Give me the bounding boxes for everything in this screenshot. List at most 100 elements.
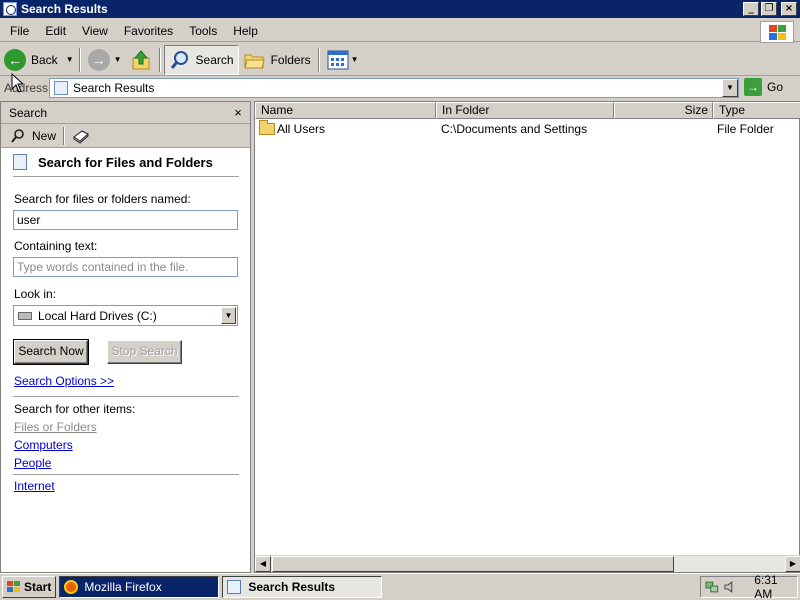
start-label: Start — [24, 580, 52, 594]
taskbar: Start Mozilla Firefox Search Results 6:3… — [0, 573, 800, 600]
containing-text-input[interactable] — [13, 257, 238, 277]
search-document-icon — [13, 154, 27, 170]
window-title: Search Results — [21, 2, 108, 16]
toolbar-separator — [158, 47, 161, 72]
taskbar-item-firefox[interactable]: Mozilla Firefox — [59, 576, 220, 598]
chevron-down-icon: ▼ — [65, 55, 74, 64]
address-field[interactable]: Search Results ▼ — [49, 78, 739, 98]
book-icon — [73, 129, 89, 144]
column-header-type[interactable]: Type — [713, 102, 800, 119]
back-arrow-icon: ← — [4, 48, 26, 71]
back-label: Back — [31, 52, 58, 67]
divider — [13, 176, 239, 177]
search-window-icon — [3, 2, 17, 16]
menu-tools[interactable]: Tools — [179, 24, 223, 38]
toolbar-separator — [63, 126, 66, 145]
address-dropdown-button[interactable]: ▼ — [722, 79, 738, 97]
divider — [13, 474, 239, 475]
search-pane-title: Search — [9, 105, 48, 120]
search-icon — [170, 50, 188, 69]
toolbar-separator — [317, 47, 320, 72]
clock: 6:31 AM — [754, 573, 778, 600]
taskbar-item-search-results[interactable]: Search Results — [222, 576, 383, 598]
taskbar-item-label: Mozilla Firefox — [84, 580, 162, 594]
search-companion-button[interactable] — [68, 128, 94, 144]
column-header-size[interactable]: Size — [614, 102, 713, 119]
folder-icon — [259, 120, 275, 135]
views-button[interactable]: ▼ — [323, 45, 363, 75]
search-heading: Search for Files and Folders — [13, 154, 213, 170]
back-button[interactable]: ← Back — [0, 45, 62, 75]
chevron-down-icon: ▼ — [350, 55, 359, 64]
chevron-down-icon[interactable]: ▼ — [221, 307, 236, 324]
address-bar: Address Search Results ▼ → Go — [0, 77, 800, 99]
menu-help[interactable]: Help — [223, 24, 264, 38]
windows-logo-icon — [760, 21, 794, 43]
volume-icon[interactable] — [723, 580, 737, 594]
system-tray: 6:31 AM — [700, 573, 798, 600]
views-icon — [327, 50, 349, 69]
horizontal-scrollbar[interactable]: ◀ ▶ — [255, 555, 800, 572]
scroll-left-button[interactable]: ◀ — [255, 556, 271, 572]
column-headers: Name In Folder Size Type — [255, 102, 800, 119]
result-in-folder: C:\Documents and Settings — [441, 122, 588, 136]
restore-button[interactable]: ❐ — [761, 2, 777, 16]
column-header-in-folder[interactable]: In Folder — [436, 102, 614, 119]
menu-edit[interactable]: Edit — [35, 24, 72, 38]
menu-file[interactable]: File — [0, 24, 35, 38]
title-bar[interactable]: Search Results _ ❐ × — [0, 0, 800, 18]
toolbar-separator — [78, 47, 81, 72]
menu-favorites[interactable]: Favorites — [114, 24, 179, 38]
new-search-button[interactable]: New — [6, 128, 60, 144]
go-label: Go — [767, 80, 784, 94]
go-arrow-icon: → — [744, 78, 762, 96]
search-results-icon — [54, 81, 68, 95]
new-label: New — [32, 128, 57, 143]
go-button[interactable]: → Go — [744, 78, 783, 96]
search-now-button[interactable]: Search Now — [13, 339, 89, 365]
search-button[interactable]: Search — [163, 44, 239, 75]
result-type: File Folder — [717, 122, 774, 136]
close-pane-icon[interactable]: × — [230, 105, 246, 120]
internet-link[interactable]: Internet — [14, 479, 55, 493]
files-or-folders-link[interactable]: Files or Folders — [14, 420, 97, 434]
search-options-link[interactable]: Search Options >> — [14, 374, 114, 388]
address-value: Search Results — [73, 81, 155, 95]
computers-link[interactable]: Computers — [14, 438, 73, 452]
people-link[interactable]: People — [14, 456, 51, 470]
result-name: All Users — [277, 122, 326, 136]
taskbar-item-label: Search Results — [248, 580, 336, 594]
result-row[interactable]: All Users C:\Documents and Settings File… — [255, 120, 800, 138]
hard-drive-icon — [18, 311, 32, 320]
containing-label: Containing text: — [14, 239, 98, 253]
close-button[interactable]: × — [781, 2, 797, 16]
back-dropdown-button[interactable]: ▼ — [62, 45, 76, 75]
other-items-label: Search for other items: — [14, 402, 136, 416]
lookin-select[interactable]: Local Hard Drives (C:) ▼ — [13, 305, 238, 326]
up-folder-button[interactable] — [126, 45, 156, 75]
start-button[interactable]: Start — [2, 576, 57, 598]
address-label: Address — [4, 81, 49, 95]
search-results-icon — [227, 580, 242, 594]
scrollbar-thumb[interactable] — [272, 556, 674, 572]
named-label: Search for files or folders named: — [14, 192, 191, 206]
folders-icon — [243, 54, 265, 68]
heading-text: Search for Files and Folders — [38, 154, 213, 170]
search-label: Search — [195, 52, 234, 67]
standard-toolbar: ← Back ▼ → ▼ Search Folders ▼ — [0, 44, 800, 76]
network-icon[interactable] — [705, 580, 719, 594]
minimize-button[interactable]: _ — [743, 2, 759, 16]
menu-view[interactable]: View — [72, 24, 114, 38]
search-pane-toolbar: New — [1, 124, 250, 148]
forward-button[interactable]: → ▼ — [84, 45, 126, 75]
lookin-value: Local Hard Drives (C:) — [38, 308, 157, 323]
explorer-window: Search Results _ ❐ × File Edit View Favo… — [0, 0, 800, 573]
column-header-name[interactable]: Name — [255, 102, 436, 119]
stop-search-button[interactable]: Stop Search — [107, 340, 182, 364]
folders-button[interactable]: Folders — [239, 45, 315, 75]
scroll-right-button[interactable]: ▶ — [785, 556, 800, 572]
forward-arrow-icon: → — [87, 48, 110, 71]
search-pane-header: Search × — [1, 102, 250, 124]
up-folder-icon — [132, 49, 150, 69]
filename-input[interactable] — [13, 210, 238, 230]
